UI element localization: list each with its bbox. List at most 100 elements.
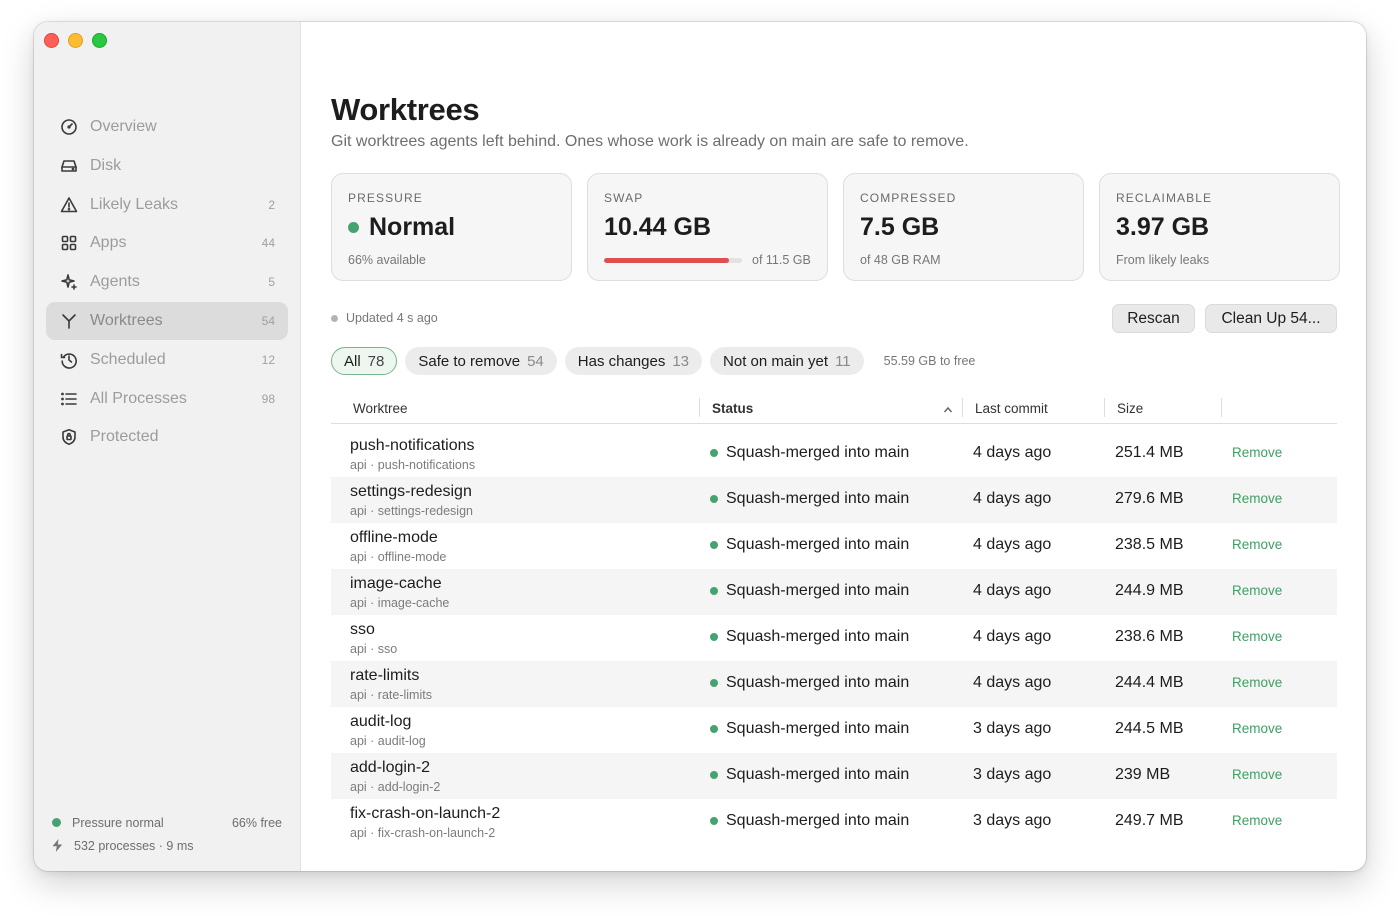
remove-button[interactable]: Remove [1232, 767, 1282, 782]
worktree-status: Squash-merged into main [710, 444, 909, 462]
sidebar-item-all-processes[interactable]: All Processes 98 [46, 380, 288, 418]
filter-count: 13 [672, 352, 690, 370]
sidebar-item-disk[interactable]: Disk [46, 147, 288, 185]
pressure-status-text: Pressure normal [72, 815, 164, 830]
card-value: Normal [369, 212, 456, 241]
filter-label: Not on main yet [723, 352, 829, 370]
sidebar-item-protected[interactable]: Protected [46, 418, 288, 456]
memory-free-text: 66% free [231, 815, 282, 830]
sidebar-item-label: Scheduled [90, 350, 166, 368]
filter-all[interactable]: All 78 [331, 347, 398, 375]
worktree-name: audit-log [350, 713, 412, 730]
worktree-size: 239 MB [1115, 766, 1171, 783]
card-foot: of 11.5 GB [752, 253, 811, 267]
stats-cards: PRESSURE Normal 66% available SWAP 10.44… [331, 173, 1340, 281]
window-controls [44, 33, 107, 48]
worktree-name: rate-limits [350, 667, 420, 684]
filter-safe-to-remove[interactable]: Safe to remove 54 [405, 347, 557, 375]
status-dot [710, 587, 718, 595]
sidebar-item-label: Protected [90, 428, 159, 446]
last-commit: 4 days ago [973, 582, 1052, 599]
card-label: PRESSURE [348, 191, 423, 205]
rescan-button[interactable]: Rescan [1112, 304, 1195, 333]
sidebar-item-likely-leaks[interactable]: Likely Leaks 2 [46, 186, 288, 224]
worktrees-table: Worktree Status Last commit Size push-no… [331, 393, 1337, 845]
remove-button[interactable]: Remove [1232, 583, 1282, 598]
worktree-name: fix-crash-on-launch-2 [350, 805, 501, 822]
table-header: Worktree Status Last commit Size [331, 393, 1337, 424]
status-text: Squash-merged into main [726, 490, 910, 507]
worktree-size: 238.6 MB [1115, 628, 1184, 645]
status-text: Squash-merged into main [726, 536, 910, 553]
sidebar-item-count: 12 [261, 352, 275, 367]
sidebar-item-label: Overview [90, 118, 157, 135]
remove-button[interactable]: Remove [1232, 629, 1282, 644]
last-commit: 4 days ago [973, 674, 1052, 691]
table-row[interactable]: settings-redesign api · settings-redesign… [331, 477, 1337, 523]
filter-label: All [344, 352, 361, 370]
worktree-path: api · rate-limits [350, 688, 432, 702]
remove-button[interactable]: Remove [1232, 491, 1282, 506]
worktree-size: 251.4 MB [1115, 444, 1184, 461]
gauge-icon [59, 117, 79, 137]
shield-icon [59, 427, 79, 447]
status-dot [710, 541, 718, 549]
table-row[interactable]: sso api · sso Squash-merged into main 4 day… [331, 615, 1337, 661]
card-foot: From likely leaks [1116, 253, 1210, 267]
sidebar-item-overview[interactable]: Overview [46, 108, 288, 146]
status-dot [710, 449, 718, 457]
branch-icon [59, 311, 79, 331]
swap-card: SWAP 10.44 GB of 11.5 GB [587, 173, 828, 281]
filter-not-on-main-yet[interactable]: Not on main yet 11 [710, 347, 864, 375]
worktree-path: api · add-login-2 [350, 780, 441, 794]
worktree-status: Squash-merged into main [710, 766, 909, 784]
remove-button[interactable]: Remove [1232, 813, 1282, 828]
worktree-status: Squash-merged into main [710, 720, 909, 738]
worktree-path: api · fix-crash-on-launch-2 [350, 826, 496, 840]
remove-button[interactable]: Remove [1232, 675, 1282, 690]
column-header-size[interactable]: Size [1117, 393, 1143, 423]
list-icon [59, 389, 79, 409]
remove-button[interactable]: Remove [1232, 537, 1282, 552]
remove-button[interactable]: Remove [1232, 721, 1282, 736]
clean-up-button[interactable]: Clean Up 54... [1205, 304, 1337, 333]
table-row[interactable]: image-cache api · image-cache Squash-merge… [331, 569, 1337, 615]
table-row[interactable]: push-notifications api · push-notificatio… [331, 431, 1337, 477]
table-row[interactable]: audit-log api · audit-log Squash-merged in… [331, 707, 1337, 753]
worktree-status: Squash-merged into main [710, 582, 909, 600]
minimize-window-button[interactable] [68, 33, 83, 48]
column-header-status[interactable]: Status [712, 393, 753, 423]
zoom-window-button[interactable] [92, 33, 107, 48]
table-row[interactable]: add-login-2 api · add-login-2 Squash-merge… [331, 753, 1337, 799]
last-commit: 4 days ago [973, 490, 1052, 507]
filter-has-changes[interactable]: Has changes 13 [564, 347, 703, 375]
sidebar-item-agents[interactable]: Agents 5 [46, 263, 288, 301]
sidebar-item-label: All Processes [90, 389, 187, 407]
last-commit: 3 days ago [973, 812, 1052, 829]
sidebar-item-worktrees[interactable]: Worktrees 54 [46, 301, 288, 340]
status-text: Squash-merged into main [726, 812, 910, 829]
remove-button[interactable]: Remove [1232, 445, 1282, 460]
last-commit: 4 days ago [973, 536, 1052, 553]
worktree-path: api · push-notifications [350, 458, 476, 472]
warning-icon [59, 195, 79, 215]
sidebar: Overview Disk Likely Leaks 2 Apps 44 Age… [34, 22, 301, 871]
swap-usage-fill [604, 257, 730, 263]
last-commit: 4 days ago [973, 444, 1052, 461]
updated-status-dot [331, 314, 338, 322]
sidebar-item-scheduled[interactable]: Scheduled 12 [46, 341, 288, 379]
sidebar-item-apps[interactable]: Apps 44 [46, 224, 288, 262]
table-row[interactable]: fix-crash-on-launch-2 api · fix-crash-on-… [331, 799, 1337, 845]
close-window-button[interactable] [44, 33, 59, 48]
card-value: 10.44 GB [604, 212, 712, 241]
worktree-path: api · settings-redesign [350, 504, 473, 518]
card-value: 3.97 GB [1116, 212, 1210, 241]
table-row[interactable]: rate-limits api · rate-limits Squash-merge… [331, 661, 1337, 707]
worktree-path: api · offline-mode [350, 550, 447, 564]
column-header-worktree[interactable]: Worktree [353, 393, 408, 423]
sidebar-footer: Pressure normal 66% free 532 processes ·… [52, 811, 282, 857]
space-to-free-text: 55.59 GB to free [883, 354, 976, 368]
column-header-last-commit[interactable]: Last commit [975, 393, 1048, 423]
table-row[interactable]: offline-mode api · offline-mode Squash-mer… [331, 523, 1337, 569]
sidebar-item-label: Apps [90, 234, 127, 252]
